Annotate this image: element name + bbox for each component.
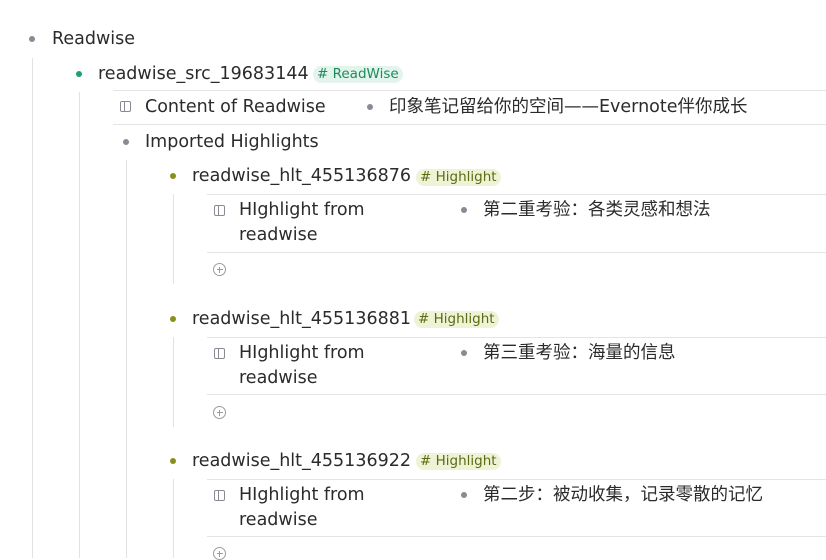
field-name[interactable]: readwise [239, 509, 317, 531]
indent-guide-imported [126, 160, 127, 558]
field-name[interactable]: HIghlight from [239, 199, 365, 221]
node-label[interactable]: Readwise [52, 28, 135, 50]
node-label[interactable]: readwise_hlt_455136881 [192, 308, 411, 330]
indent-guide-hl3 [173, 479, 174, 558]
field-divider [207, 536, 826, 537]
bullet-icon[interactable] [123, 139, 129, 145]
add-field-icon[interactable] [213, 406, 226, 419]
bullet-icon[interactable] [170, 173, 176, 179]
field-icon [214, 205, 225, 216]
field-divider [207, 337, 826, 338]
field-divider [113, 124, 826, 125]
field-divider [207, 194, 826, 195]
add-field-icon[interactable] [213, 263, 226, 276]
field-divider [207, 394, 826, 395]
field-icon [214, 348, 225, 359]
field-value[interactable]: 第二重考验：各类灵感和想法 [483, 199, 711, 221]
field-divider [113, 90, 826, 91]
node-label[interactable]: readwise_hlt_455136922 [192, 450, 411, 472]
field-value[interactable]: 第二步：被动收集，记录零散的记忆 [483, 484, 763, 506]
bullet-icon[interactable] [76, 71, 82, 77]
tag-highlight[interactable]: # Highlight [416, 453, 501, 470]
tag-readwise[interactable]: # ReadWise [313, 66, 403, 83]
node-label[interactable]: readwise_src_19683144 [98, 63, 309, 85]
tag-highlight[interactable]: # Highlight [416, 169, 501, 186]
field-divider [207, 479, 826, 480]
bullet-icon[interactable] [367, 104, 373, 110]
field-name[interactable]: Content of Readwise [145, 96, 326, 118]
bullet-icon[interactable] [170, 458, 176, 464]
field-value[interactable]: 第三重考验：海量的信息 [483, 342, 676, 364]
field-name[interactable]: readwise [239, 224, 317, 246]
indent-guide-hl2 [173, 337, 174, 427]
tag-highlight[interactable]: # Highlight [414, 311, 499, 328]
node-label[interactable]: readwise_hlt_455136876 [192, 165, 411, 187]
add-field-icon[interactable] [213, 547, 226, 560]
bullet-icon[interactable] [461, 207, 467, 213]
indent-guide-hl1 [173, 194, 174, 284]
field-name[interactable]: readwise [239, 367, 317, 389]
field-icon [120, 101, 131, 112]
node-label[interactable]: Imported Highlights [145, 131, 319, 153]
field-divider [207, 252, 826, 253]
field-icon [214, 490, 225, 501]
bullet-icon[interactable] [461, 350, 467, 356]
bullet-icon[interactable] [461, 492, 467, 498]
indent-guide-root [32, 58, 33, 558]
indent-guide-source [79, 92, 80, 558]
field-name[interactable]: HIghlight from [239, 342, 365, 364]
field-value[interactable]: 印象笔记留给你的空间——Evernote伴你成长 [389, 96, 748, 118]
bullet-icon[interactable] [170, 316, 176, 322]
field-name[interactable]: HIghlight from [239, 484, 365, 506]
bullet-icon[interactable] [29, 36, 35, 42]
